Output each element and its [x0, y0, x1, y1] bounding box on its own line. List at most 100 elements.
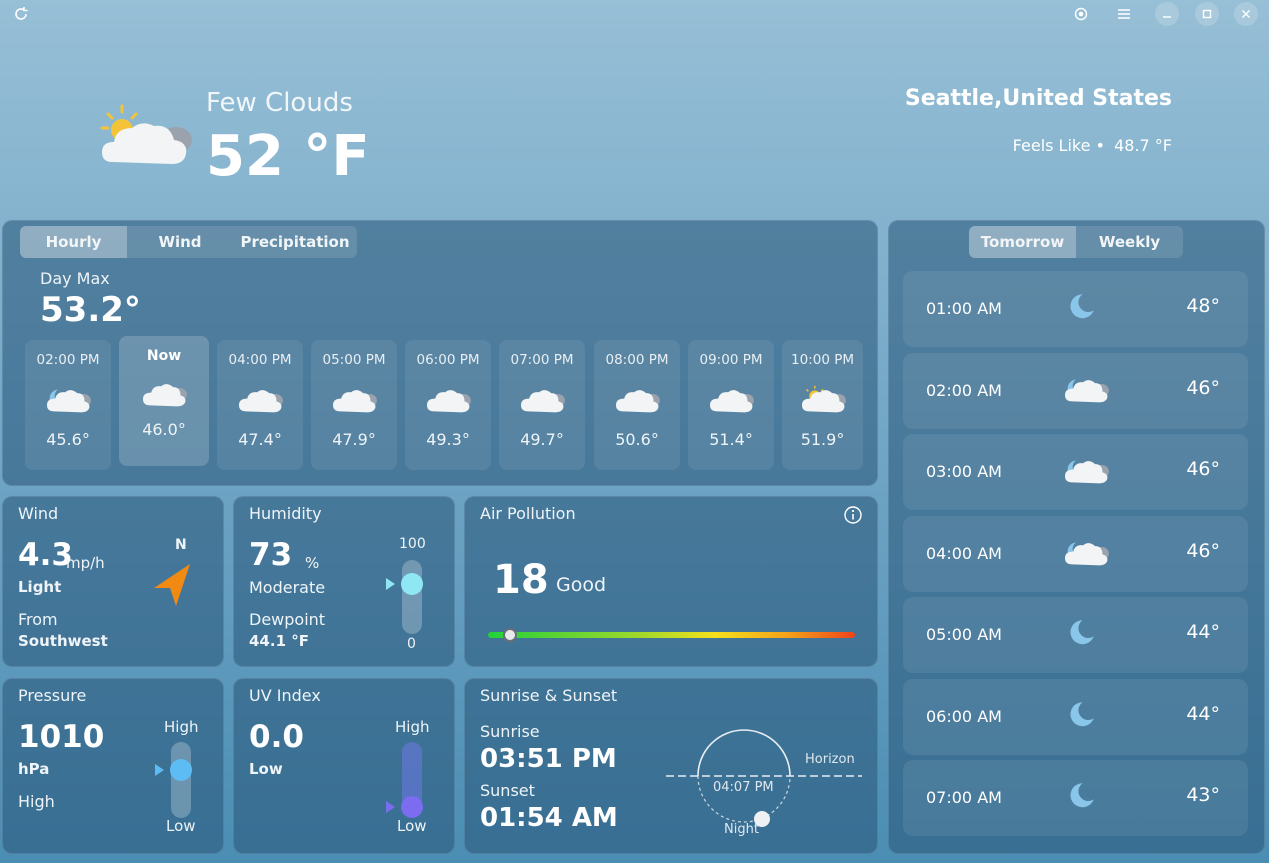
forecast-time: 02:00 AM: [926, 380, 1002, 400]
pressure-unit: hPa: [18, 760, 50, 778]
menu-icon: [1118, 9, 1130, 19]
forecast-row[interactable]: 02:00 AM 46°: [903, 352, 1248, 429]
hourly-temp: 51.4°: [709, 430, 753, 449]
hourly-icon: [45, 384, 91, 418]
horizon-label: Horizon: [805, 752, 855, 767]
menu-button[interactable]: [1112, 2, 1136, 26]
feels-like-label: Feels Like •: [1012, 136, 1105, 155]
hourly-icon: [708, 384, 754, 418]
forecast-row[interactable]: 05:00 AM 44°: [903, 597, 1248, 673]
air-quality-scale: [488, 632, 855, 638]
cloud-icon: [426, 390, 471, 413]
tab-weekly[interactable]: Weekly: [1076, 226, 1183, 258]
air-quality-marker: [503, 628, 518, 642]
forecast-temp: 43°: [1186, 784, 1220, 806]
hourly-time: 04:00 PM: [228, 352, 292, 368]
info-icon[interactable]: [843, 505, 863, 529]
day-max-label: Day Max: [40, 269, 110, 288]
sun-current-time: 04:07 PM: [713, 780, 774, 795]
forecast-time: 01:00 AM: [926, 299, 1002, 318]
forecast-icon: [1065, 291, 1105, 323]
hourly-card[interactable]: 04:00 PM 47.4°: [217, 340, 303, 470]
hourly-temp: 49.3°: [426, 430, 470, 449]
current-condition: Few Clouds: [206, 88, 353, 118]
hourly-time: 06:00 PM: [416, 352, 480, 368]
wind-speed: 4.3: [18, 537, 73, 573]
dewpoint-value: 44.1 °F: [249, 632, 309, 650]
forecast-time: 04:00 AM: [926, 543, 1002, 563]
hourly-icon: [519, 384, 565, 418]
hourly-card[interactable]: 05:00 PM 47.9°: [311, 340, 397, 470]
forecast-temp: 46°: [1186, 539, 1220, 562]
forecast-icon: [1063, 455, 1109, 491]
hourly-card[interactable]: 06:00 PM 49.3°: [405, 340, 491, 470]
tab-tomorrow[interactable]: Tomorrow: [969, 226, 1076, 258]
hourly-card[interactable]: 02:00 PM 45.6°: [25, 340, 111, 470]
forecast-row[interactable]: 01:00 AM 48°: [903, 271, 1248, 347]
hourly-icon: [425, 384, 471, 418]
hourly-time: 07:00 PM: [510, 352, 574, 368]
moon-icon: [1070, 620, 1094, 645]
tab-precipitation[interactable]: Precipitation: [233, 226, 357, 258]
night-cloud-icon: [46, 389, 91, 413]
uv-pointer-icon: [386, 801, 395, 813]
hourly-temp: 49.7°: [520, 430, 564, 449]
forecast-time: 07:00 AM: [926, 788, 1002, 807]
hourly-temp: 47.4°: [238, 430, 282, 449]
hourly-temp: 45.6°: [46, 430, 90, 449]
current-temperature: 52 °F: [206, 124, 370, 189]
pressure-low-label: Low: [166, 817, 196, 835]
hourly-card[interactable]: 09:00 PM 51.4°: [688, 340, 774, 470]
forecast-time: 06:00 AM: [926, 706, 1002, 726]
moon-icon: [1070, 294, 1094, 319]
tab-hourly[interactable]: Hourly: [20, 226, 127, 258]
forecast-row[interactable]: 07:00 AM 43°: [903, 760, 1248, 836]
humidity-max: 100: [399, 536, 426, 552]
uv-meter-knob: [401, 796, 423, 818]
night-cloud-icon: [1064, 378, 1109, 402]
uv-high-label: High: [395, 718, 430, 736]
cloud-icon: [709, 390, 754, 413]
hourly-card[interactable]: Now 46.0°: [119, 336, 209, 466]
feels-like: Feels Like • 48.7 °F: [1013, 136, 1172, 155]
forecast-icon: [1065, 617, 1105, 649]
wind-desc: Light: [18, 578, 62, 596]
hourly-card[interactable]: 10:00 PM 51.9°: [782, 340, 863, 470]
refresh-button[interactable]: [9, 2, 33, 26]
maximize-button[interactable]: [1195, 2, 1219, 26]
hourly-temp: 47.9°: [332, 430, 376, 449]
cloud-icon: [520, 390, 565, 413]
hourly-tabs: Hourly Wind Precipitation: [20, 226, 357, 258]
forecast-row[interactable]: 06:00 AM 44°: [903, 678, 1248, 755]
forecast-temp: 44°: [1186, 702, 1220, 725]
location-button[interactable]: [1069, 2, 1093, 26]
humidity-desc: Moderate: [249, 578, 326, 597]
forecast-time: 03:00 AM: [926, 462, 1002, 481]
hourly-time: 09:00 PM: [699, 352, 763, 368]
uv-low-label: Low: [397, 817, 427, 835]
maximize-icon: [1202, 9, 1212, 19]
minimize-button[interactable]: [1155, 2, 1179, 26]
humidity-value: 73: [249, 537, 293, 573]
sunset-time: 01:54 AM: [480, 803, 618, 833]
cloud-icon: [615, 390, 660, 413]
pressure-title: Pressure: [18, 686, 87, 705]
cloud-icon: [332, 390, 377, 413]
forecast-row[interactable]: 03:00 AM 46°: [903, 434, 1248, 510]
close-button[interactable]: [1234, 2, 1258, 26]
dewpoint-label: Dewpoint: [249, 610, 326, 629]
forecast-icon: [1063, 537, 1109, 573]
tab-wind[interactable]: Wind: [127, 226, 233, 258]
forecast-row[interactable]: 04:00 AM 46°: [903, 515, 1248, 592]
sunrise-time: 03:51 PM: [480, 744, 617, 774]
forecast-tabs: Tomorrow Weekly: [969, 226, 1183, 258]
forecast-temp: 48°: [1186, 295, 1220, 317]
forecast-temp: 46°: [1186, 458, 1220, 480]
air-value: 18: [493, 557, 549, 603]
air-title: Air Pollution: [480, 504, 576, 523]
sun-title: Sunrise & Sunset: [480, 686, 618, 705]
refresh-icon: [15, 7, 28, 20]
uv-value: 0.0: [249, 719, 304, 755]
hourly-card[interactable]: 08:00 PM 50.6°: [594, 340, 680, 470]
hourly-card[interactable]: 07:00 PM 49.7°: [499, 340, 585, 470]
